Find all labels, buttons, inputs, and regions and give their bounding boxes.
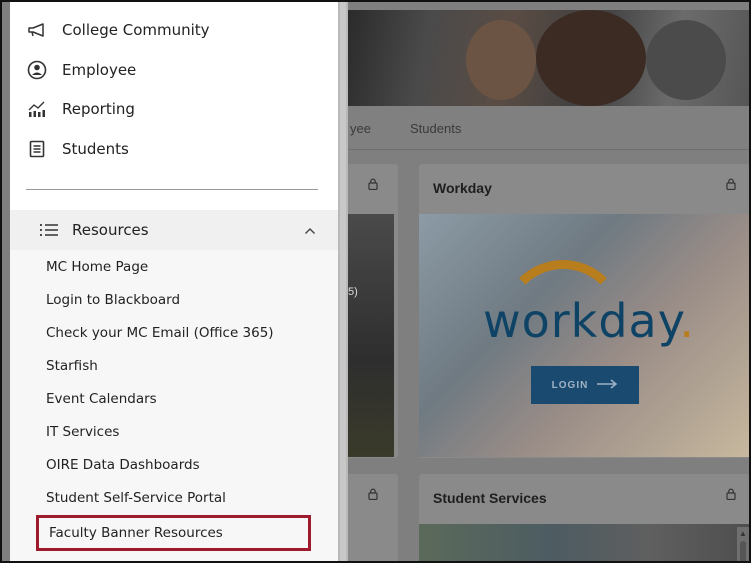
nav-item-label: Students (62, 140, 129, 158)
resources-section-header[interactable]: Resources (10, 210, 338, 250)
resource-link-oire-dashboards[interactable]: OIRE Data Dashboards (46, 457, 200, 473)
nav-item-label: Reporting (62, 100, 135, 118)
resource-link-faculty-banner-highlighted[interactable]: Faculty Banner Resources (36, 515, 311, 551)
card-header: Student Services (419, 474, 749, 520)
nav-item-label: Employee (62, 61, 137, 79)
workday-card[interactable]: Workday workday. LOGIN (419, 164, 749, 458)
nav-item-label: College Community (62, 21, 210, 39)
card-text-fragment: 5) (348, 286, 358, 298)
person-circle-icon (26, 59, 48, 81)
resources-link-list: MC Home Page Login to Blackboard Check y… (10, 250, 338, 561)
card-title: Workday (433, 180, 492, 196)
drawer-scrollbar-thumb[interactable] (340, 2, 346, 561)
resource-link-it-services[interactable]: IT Services (46, 424, 119, 440)
arrow-right-icon (596, 378, 618, 392)
resource-link-student-self-service[interactable]: Student Self-Service Portal (46, 490, 226, 506)
nav-item-college-community[interactable]: College Community (26, 17, 210, 43)
resource-link-starfish[interactable]: Starfish (46, 358, 98, 374)
student-services-image (419, 524, 749, 561)
list-icon (38, 219, 60, 241)
nav-item-students[interactable]: Students (26, 136, 129, 162)
resources-label: Resources (72, 221, 149, 239)
lock-icon (726, 178, 736, 190)
document-icon (26, 138, 48, 160)
tab-employee[interactable]: yee (350, 121, 371, 136)
drawer-scrollbar[interactable] (338, 2, 348, 561)
resource-link-mc-home-page[interactable]: MC Home Page (46, 259, 148, 275)
card-image: 5) (346, 214, 394, 457)
card-title: Student Services (433, 490, 547, 506)
bar-chart-icon (26, 98, 48, 120)
hero-banner-image (346, 10, 749, 106)
resource-link-event-calendars[interactable]: Event Calendars (46, 391, 157, 407)
tab-bar: yee Students (346, 106, 749, 150)
megaphone-icon (26, 19, 48, 41)
workday-image: workday. LOGIN (419, 214, 749, 457)
page-scrollbar[interactable]: ▲ (737, 527, 749, 561)
card-partial-left-bottom (346, 474, 398, 561)
chevron-up-icon[interactable] (304, 222, 316, 240)
lock-icon (726, 488, 736, 500)
nav-item-reporting[interactable]: Reporting (26, 96, 135, 122)
resource-link-blackboard[interactable]: Login to Blackboard (46, 292, 180, 308)
divider (26, 189, 318, 190)
workday-login-button[interactable]: LOGIN (531, 366, 639, 404)
side-drawer: College Community Employee Reporting Stu… (10, 2, 338, 561)
tab-students[interactable]: Students (410, 121, 461, 136)
scroll-up-icon[interactable]: ▲ (739, 529, 747, 538)
resource-link-mc-email[interactable]: Check your MC Email (Office 365) (46, 325, 274, 341)
student-services-card[interactable]: Student Services (419, 474, 749, 561)
app-window: yee Students 5) Workday workday. LOGIN S… (0, 0, 751, 563)
card-partial-left: 5) (346, 164, 398, 458)
nav-item-employee[interactable]: Employee (26, 57, 136, 83)
card-header: Workday (419, 164, 749, 210)
lock-icon (368, 178, 378, 190)
lock-icon (368, 488, 378, 500)
scrollbar-thumb[interactable] (740, 541, 746, 561)
workday-logo: workday. (483, 294, 695, 348)
